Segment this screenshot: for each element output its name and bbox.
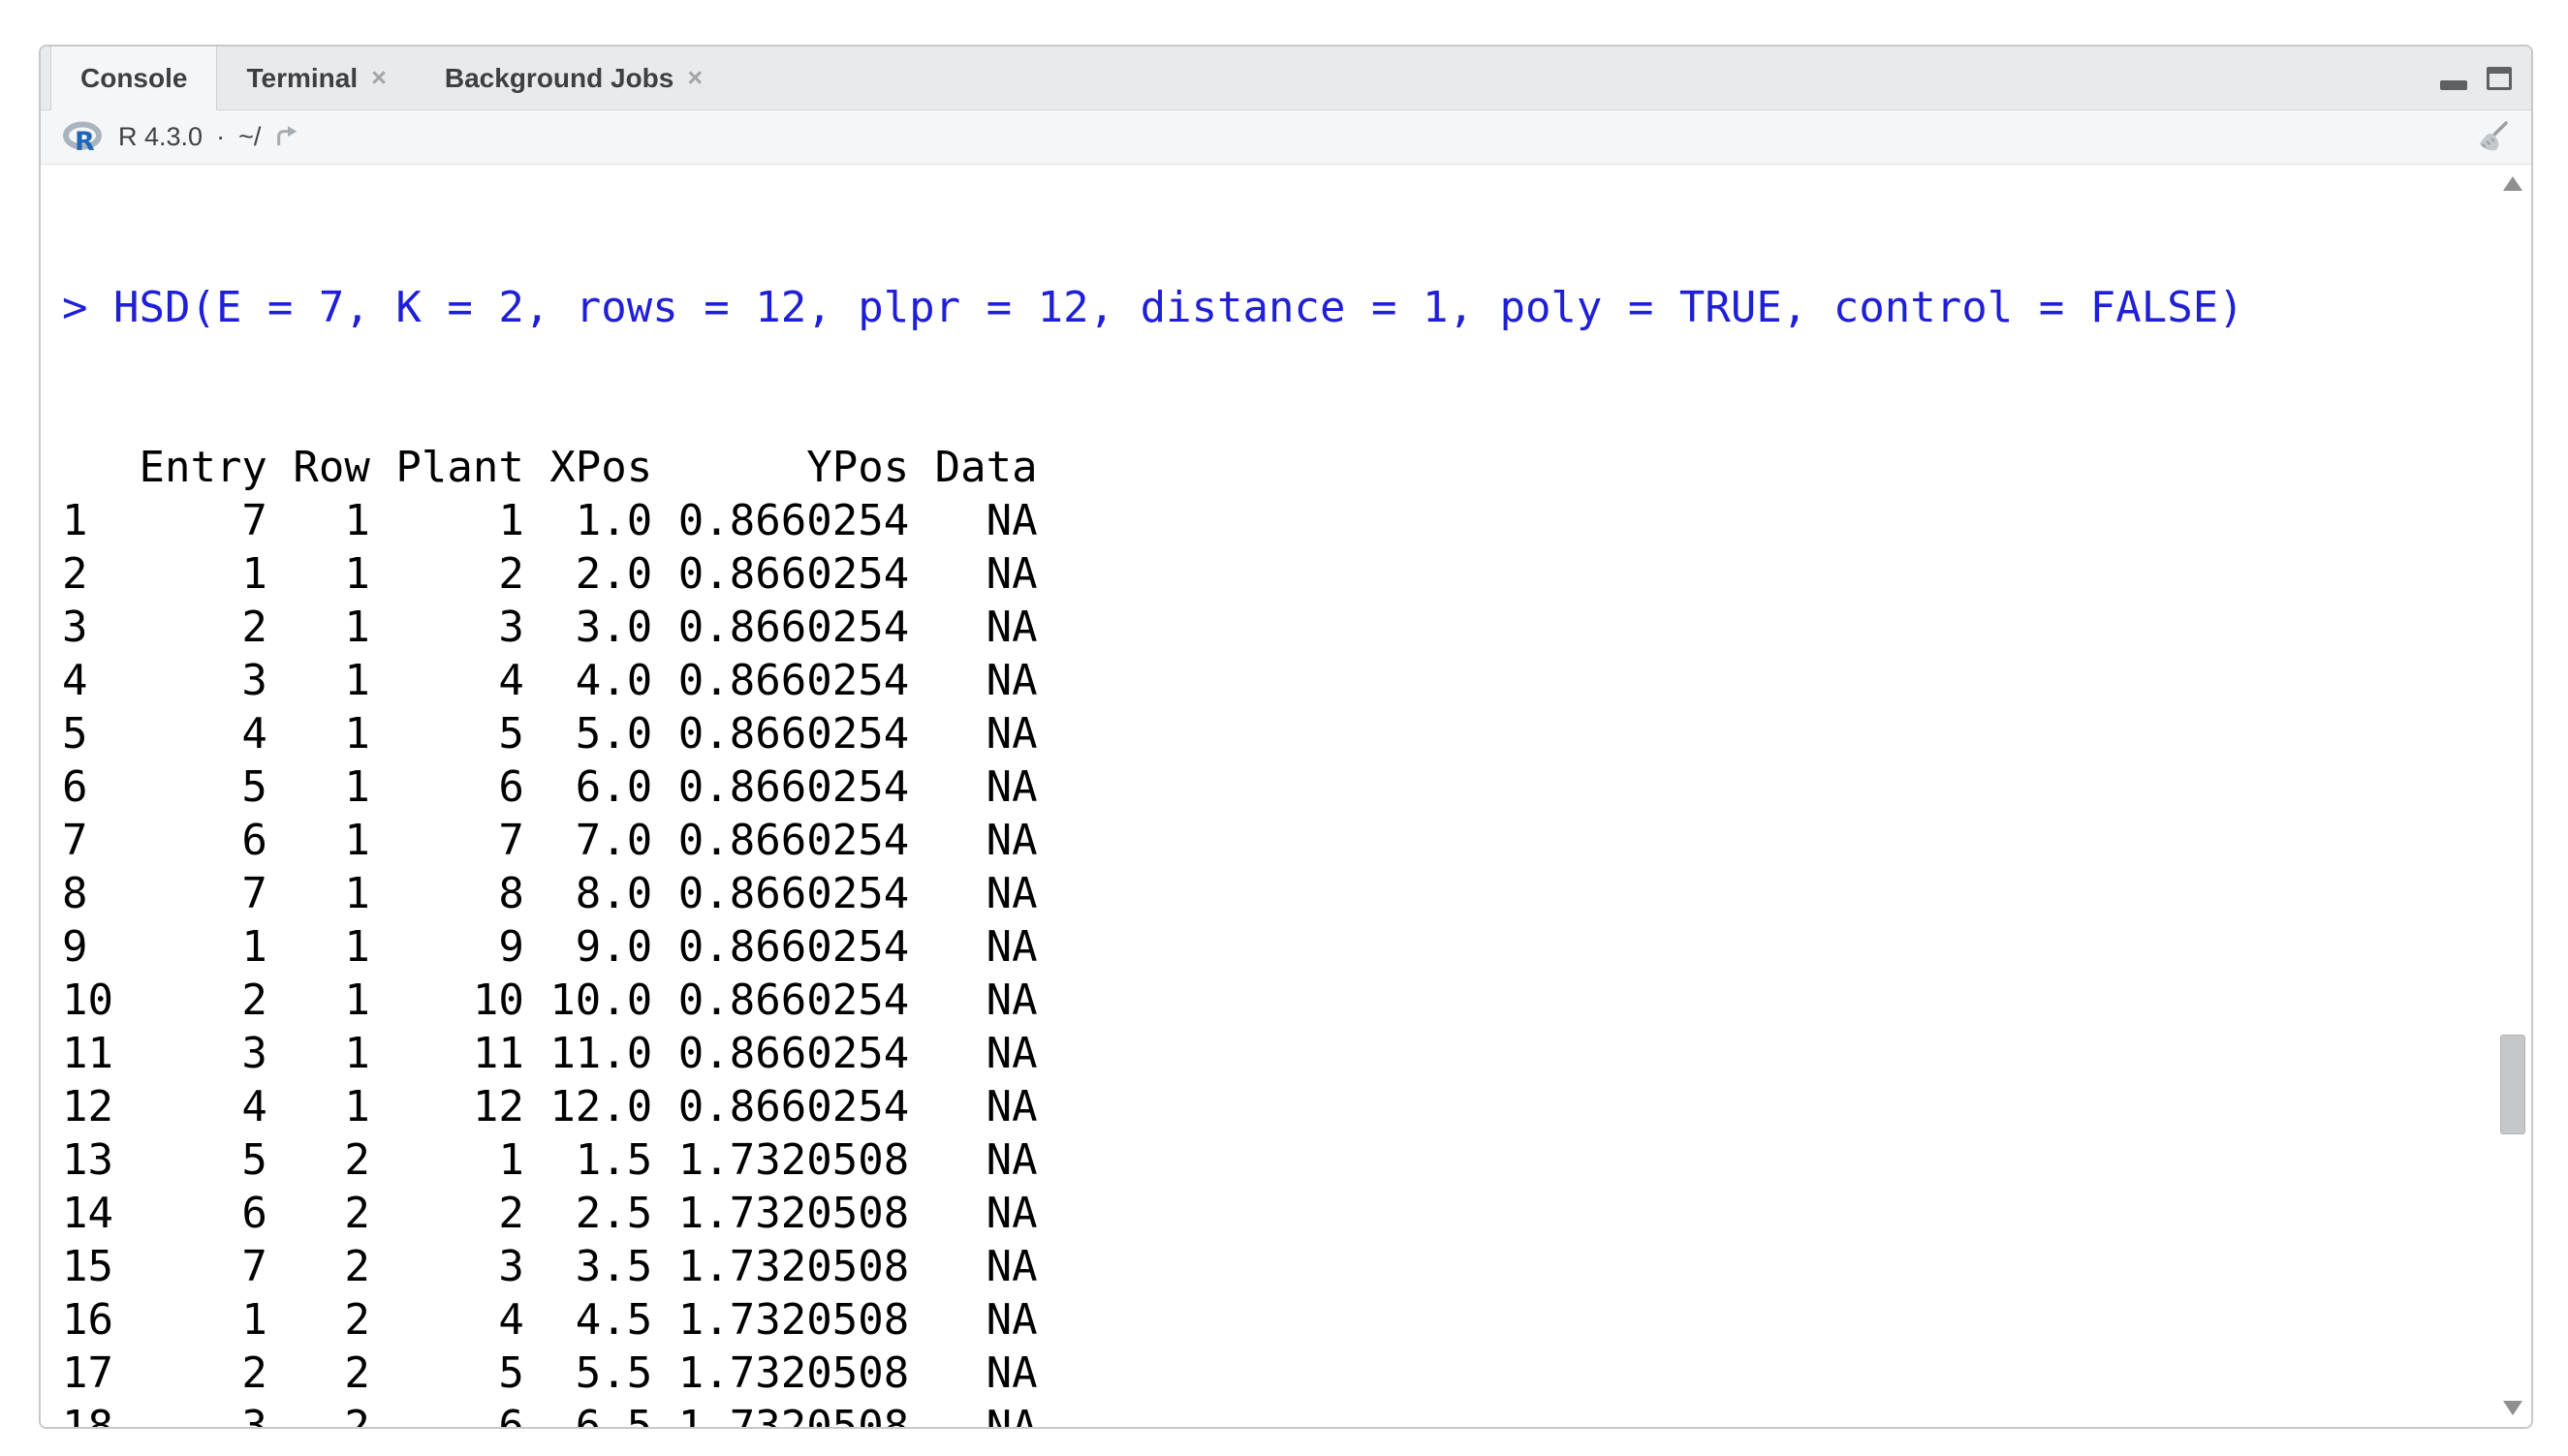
- scrollbar-down-icon[interactable]: [2503, 1401, 2522, 1415]
- r-version-label: R 4.3.0: [118, 122, 203, 152]
- close-icon[interactable]: ×: [687, 63, 703, 93]
- tab-console[interactable]: Console: [50, 46, 217, 110]
- clear-console-icon[interactable]: [2473, 119, 2510, 156]
- goto-directory-icon[interactable]: [274, 124, 301, 151]
- working-directory-label: ~/: [238, 122, 261, 152]
- console-command-line: > HSD(E = 7, K = 2, rows = 12, plpr = 12…: [62, 281, 2492, 334]
- tab-background-jobs[interactable]: Background Jobs ×: [416, 46, 732, 109]
- console-toolbar: R R 4.3.0 · ~/: [41, 110, 2531, 165]
- console-output-table: Entry Row Plant XPos YPos Data 1 7 1 1 1…: [62, 441, 2492, 1429]
- pane-window-controls: [2440, 46, 2512, 110]
- maximize-pane-icon[interactable]: [2487, 67, 2512, 90]
- tab-console-label: Console: [80, 63, 187, 94]
- r-logo-letter: R: [75, 127, 95, 155]
- scrollbar[interactable]: [2498, 169, 2527, 1423]
- close-icon[interactable]: ×: [371, 63, 387, 93]
- console-output-area[interactable]: > HSD(E = 7, K = 2, rows = 12, plpr = 12…: [41, 167, 2531, 1427]
- scrollbar-up-icon[interactable]: [2503, 176, 2522, 191]
- minimize-pane-icon[interactable]: [2440, 80, 2467, 90]
- r-logo-icon: R: [62, 120, 105, 155]
- tab-background-jobs-label: Background Jobs: [445, 63, 673, 94]
- console-pane: Console Terminal × Background Jobs × R R…: [39, 45, 2533, 1429]
- scrollbar-thumb[interactable]: [2500, 1035, 2525, 1135]
- tab-terminal-label: Terminal: [246, 63, 358, 94]
- toolbar-separator: ·: [216, 122, 225, 152]
- pane-tabbar: Console Terminal × Background Jobs ×: [41, 46, 2531, 110]
- tab-terminal[interactable]: Terminal ×: [217, 46, 415, 109]
